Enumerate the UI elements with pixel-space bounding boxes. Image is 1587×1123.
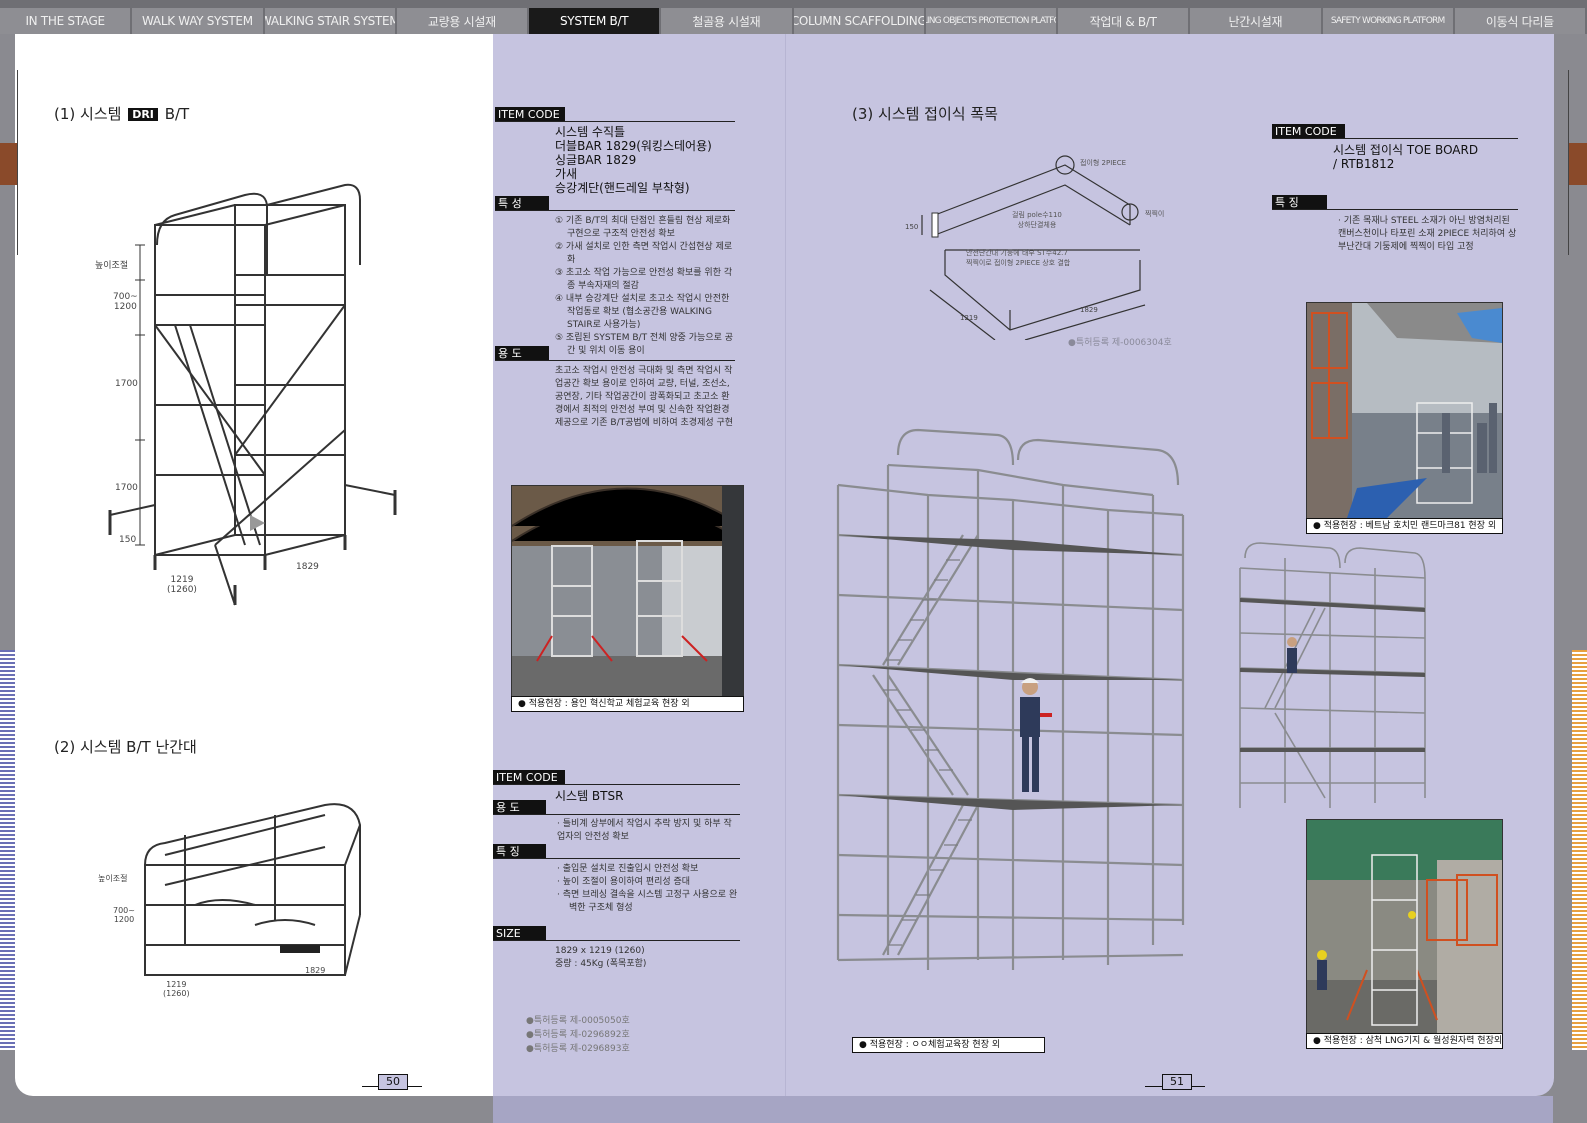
feature-item: · 출입문 설치로 진출입시 안전성 확보 [557,864,699,874]
right-edge-stripe [1572,650,1587,1050]
tab-10[interactable]: 난간시설재 [1190,8,1321,34]
features-text-3: · 기존 목재나 STEEL 소재가 아닌 방염처리된 캔버스천이나 타포린 소… [1338,216,1517,252]
dim-h1: 700~ 1200 [113,292,138,312]
feature-item: ⑤ 조립된 SYSTEM B/T 전체 양중 가능으로 공간 및 위치 이동 용… [555,333,734,356]
item-code-label: ITEM CODE [495,107,565,122]
patent-1: ●특허등록 제-0005050호 [526,1016,630,1026]
dim2-depth: 1829 [305,966,326,975]
site-photo-landmark81 [1306,302,1503,519]
dim-h2: 1700 [115,379,138,389]
dim2-height: 700~ 1200 [113,906,135,924]
toe-label-desc: 안전난간대 기둥에 태부 ST수42.7 찍찍이로 접이형 2PIECE 상호 … [966,249,1071,267]
system-bt-drawing [108,183,397,606]
tab-3[interactable]: WALKING STAIR SYSTEM [264,8,395,34]
usage-rule [495,360,735,361]
features-list-2: · 출입문 설치로 진출입시 안전성 확보 · 높이 조절이 용이하여 편리성 증… [557,863,742,915]
feature-item: ② 가새 설치로 인한 측면 작업시 간섭현상 제로화 [555,242,733,265]
top-nav-tabs: IN THE STAGE WALK WAY SYSTEM WALKING STAIR… [0,0,1587,34]
toe-board-drawing [921,155,1146,340]
usage-label-2: 용 도 [493,800,546,815]
section-2-title: (2) 시스템 B/T 난간대 [54,738,197,756]
brand-logo: DRI [128,108,158,121]
section-1-title: (1) 시스템 DRI B/T [54,103,189,124]
site-photo-yongin [511,485,744,697]
photo-caption-samcheok: ● 적용현장 : 삼척 LNG기지 & 월성원자력 현장외 [1306,1033,1503,1049]
usage-label: 용 도 [495,346,549,361]
tab-6[interactable]: 철골용 시설재 [661,8,792,34]
dim-h3: 1700 [115,483,138,493]
features-rule [495,210,735,211]
tab-2[interactable]: WALK WAY SYSTEM [132,8,263,34]
usage-text-2: · 틀비계 상부에서 작업시 추락 방지 및 하부 작업자의 안전성 확보 [557,819,732,842]
feature-item: ④ 내부 승강계단 설치로 초고소 작업시 안전한 작업동로 확보 (협소공간용… [555,294,730,330]
features-list: ① 기존 B/T의 최대 단점인 흔들림 현상 제로화 구현으로 구조적 안전성… [555,215,735,358]
scaffold-tower-small [1239,542,1426,808]
section-1-prefix: (1) 시스템 [54,105,122,123]
item-code-rule [495,121,735,122]
toe-label-pole: 걸림 pole수110 상하단결체용 [1012,211,1062,229]
feature-item: ③ 초고소 작업 가능으로 안전성 확보를 위한 각종 부속자재의 절감 [555,268,733,291]
item-code-list: 시스템 수직틀 더블BAR 1829(워킹스테어용) 싱글BAR 1829 가새… [555,125,712,195]
usage-rule-2 [493,814,740,815]
bottom-strip [493,1096,1553,1123]
features-label-3: 특 징 [1272,195,1327,210]
tab-5[interactable]: SYSTEM B/T [529,8,660,34]
photo-caption-yongin: ● 적용현장 : 용인 혁신학교 체험교육 현장 외 [511,696,744,712]
dim2-height-adjust: 높이조절 [98,874,128,883]
page-number-left: 50 [378,1074,408,1090]
size-rule [493,940,740,941]
tab-12[interactable]: 이동식 다리들 [1454,8,1585,34]
scaffold-stair-tower-photo [836,428,1185,970]
features-label-2: 특 징 [493,844,546,859]
photo-caption-main: ● 적용현장 : ㅇㅇ체험교육장 현장 외 [852,1037,1045,1053]
dim-h4: 150 [119,535,137,545]
dim-width: 1219 (1260) [167,575,197,595]
item-code-label-3: ITEM CODE [1272,124,1345,139]
feature-item: · 높이 조절이 용이하여 편리성 증대 [557,877,691,887]
page-number-right: 51 [1162,1074,1192,1090]
feature-item: ① 기존 B/T의 최대 단점인 흔들림 현상 제로화 구현으로 구조적 안전성… [555,216,731,239]
patent-2: ●특허등록 제-0296892호 [526,1030,630,1040]
toe-dim-h: 150 [905,223,919,231]
site-photo-samcheok [1306,819,1503,1034]
item-code-rule-2 [493,784,740,785]
toe-label-fold: 접이형 2PIECE [1080,159,1127,167]
item-code-label-2: ITEM CODE [493,770,565,785]
left-edge-stripe [0,650,15,1050]
trim-mark [1568,70,1569,255]
dim-depth: 1829 [296,562,319,572]
trim-mark [17,70,18,255]
patent-3: ●특허등록 제-0296893호 [526,1044,630,1054]
tab-7[interactable]: COLUMN SCAFFOLDING [793,8,924,34]
features-label: 특 성 [495,196,549,211]
usage-text: 초고소 작업시 안전성 극대화 및 측면 작업시 작업공간 확보 용이로 인하여… [555,366,734,428]
toe-label-hook: 찍찍이 [1145,210,1165,218]
dim2-width: 1219 (1260) [163,980,190,998]
size-label: SIZE [493,926,546,941]
bt-guardrail-drawing [144,803,361,976]
item-code-toe-board: 시스템 접이식 TOE BOARD / RTB1812 [1333,143,1479,171]
tab-4[interactable]: 교량용 시설재 [396,8,527,34]
features-rule-2 [493,858,740,859]
photo-caption-landmark81: ● 적용현장 : 베트남 호치민 랜드마크81 현장 외 [1306,518,1503,534]
tab-9[interactable]: 작업대 & B/T [1058,8,1189,34]
toe-patent: ●특허등록 제-0006304호 [1068,338,1172,348]
tab-1[interactable]: IN THE STAGE [0,8,131,34]
right-edge-thumb [1569,143,1587,185]
section-3-title: (3) 시스템 접이식 폭목 [852,105,998,123]
left-edge-thumb [0,143,18,185]
size-text: 1829 x 1219 (1260) 중량 : 45Kg (폭목포함) [555,946,647,969]
toe-dim-d: 1829 [1080,306,1098,314]
section-1-suffix: B/T [164,105,190,123]
item-code-btsr: 시스템 BTSR [555,789,624,803]
dim-height-adjust: 높이조절 [95,261,129,271]
features-rule-3 [1272,209,1518,210]
tab-11[interactable]: SAFETY WORKING PLATFORM [1322,8,1453,34]
toe-dim-w: 1219 [960,314,978,322]
tab-8[interactable]: FALLING OBJECTS PROTECTION PLATFORM [925,8,1056,34]
item-code-rule-3 [1272,138,1518,139]
feature-item: · 측면 브레싱 결속을 시스템 고정구 사용으로 완벽한 구조체 형성 [557,890,738,913]
